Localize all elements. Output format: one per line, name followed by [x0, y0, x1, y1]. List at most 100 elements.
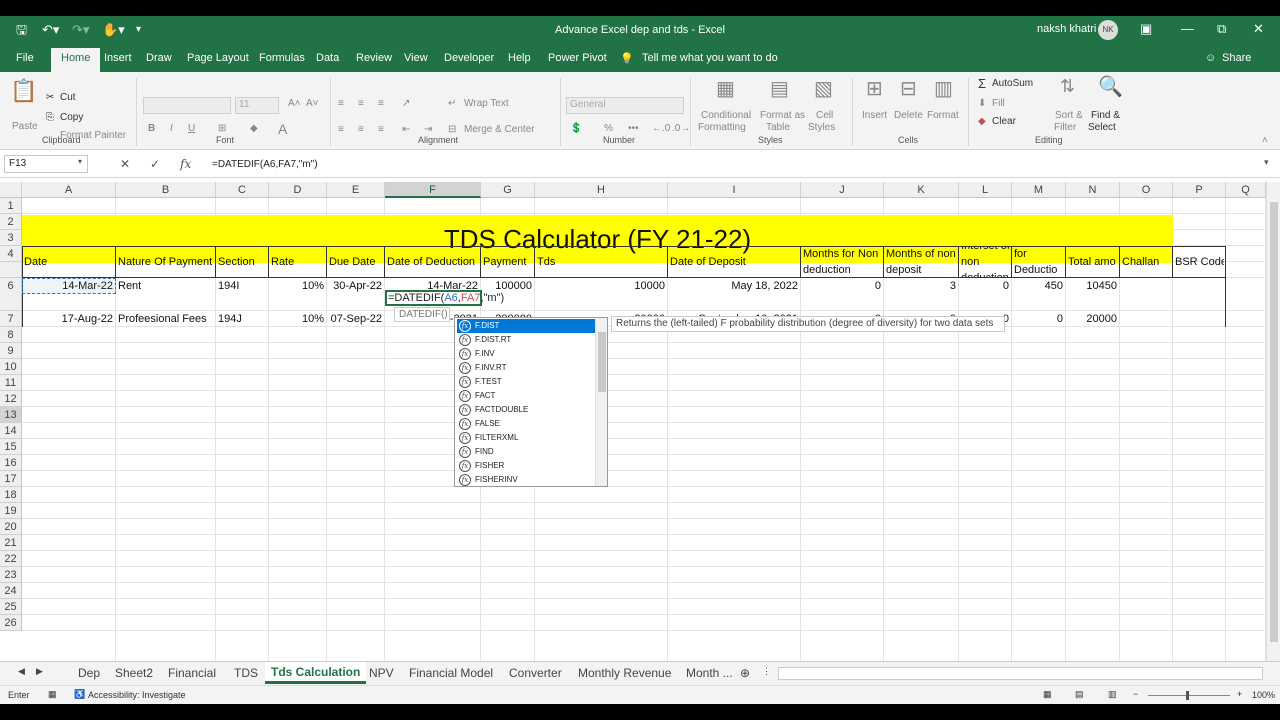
paste-icon[interactable]: 📋	[10, 78, 37, 104]
bold-icon[interactable]: B	[148, 123, 155, 134]
decrease-font-icon[interactable]: A˅	[306, 98, 319, 109]
macro-record-icon[interactable]: ▦	[48, 689, 57, 700]
user-name[interactable]: naksh khatri	[1037, 23, 1096, 35]
autocomplete-item[interactable]: fx F.DIST	[457, 319, 595, 333]
fill-button[interactable]: Fill	[992, 98, 1005, 109]
increase-font-icon[interactable]: A˄	[288, 98, 301, 109]
decrease-decimal-icon[interactable]: .0→	[672, 123, 690, 134]
format-cells-button[interactable]: Format	[927, 110, 959, 121]
editing-cell[interactable]: =DATEDIF(A6,FA7,"m")	[385, 290, 504, 306]
row-header[interactable]: 8	[0, 327, 22, 343]
avatar[interactable]: NK	[1098, 20, 1118, 40]
tab-developer[interactable]: Developer	[444, 52, 494, 64]
header-cell[interactable]: Months for Non deduction	[803, 247, 882, 277]
column-header[interactable]: M	[1012, 182, 1066, 198]
copy-button[interactable]: Copy	[60, 112, 83, 123]
conditional-formatting-icon[interactable]: ▦	[716, 76, 735, 101]
row-header[interactable]: 17	[0, 471, 22, 487]
insert-cells-icon[interactable]: ⊞	[866, 76, 883, 101]
cell-styles-icon[interactable]: ▧	[814, 76, 833, 101]
formula-input[interactable]: =DATEDIF(A6,FA7,"m")	[212, 159, 318, 170]
header-cell[interactable]: Payment	[483, 247, 533, 277]
sort-filter-label1[interactable]: Sort &	[1055, 110, 1083, 121]
header-cell[interactable]: Date of Deduction	[387, 247, 479, 277]
row-header[interactable]: 23	[0, 567, 22, 583]
page-layout-view-icon[interactable]: ▤	[1075, 689, 1084, 700]
row-header[interactable]: 9	[0, 343, 22, 359]
align-bottom-icon[interactable]: ≡	[378, 98, 384, 109]
header-cell[interactable]: Date of Deposit	[670, 247, 799, 277]
tab-view[interactable]: View	[404, 52, 428, 64]
copy-icon[interactable]: ⎘	[46, 112, 54, 123]
header-cell[interactable]: Section	[218, 247, 267, 277]
wrap-text-button[interactable]: Wrap Text	[464, 98, 509, 109]
column-header[interactable]: D	[269, 182, 327, 198]
row-header[interactable]: 14	[0, 423, 22, 439]
insert-cells-button[interactable]: Insert	[862, 110, 887, 121]
increase-decimal-icon[interactable]: ←.0	[652, 123, 670, 134]
row-header[interactable]: 20	[0, 519, 22, 535]
column-header[interactable]: G	[481, 182, 535, 198]
data-cell[interactable]: 10450	[1068, 279, 1117, 293]
zoom-out-icon[interactable]: −	[1133, 689, 1138, 699]
align-right-icon[interactable]: ≡	[378, 124, 384, 135]
minimize-icon[interactable]: —	[1181, 21, 1194, 36]
autocomplete-item[interactable]: fx FACT	[457, 389, 595, 403]
restore-icon[interactable]: ⧉	[1217, 21, 1226, 37]
data-cell[interactable]: 10000	[537, 279, 665, 293]
zoom-in-icon[interactable]: +	[1237, 689, 1242, 699]
expand-formula-icon[interactable]: ▾	[1264, 157, 1269, 168]
header-cell[interactable]: Due Date	[329, 247, 383, 277]
function-tooltip[interactable]: DATEDIF()	[394, 307, 450, 322]
number-format-box[interactable]: General	[566, 97, 684, 114]
tab-file[interactable]: File	[16, 52, 34, 64]
column-header[interactable]: C	[216, 182, 269, 198]
column-header[interactable]: J	[801, 182, 884, 198]
row-header[interactable]: 5	[0, 262, 22, 290]
collapse-ribbon-icon[interactable]: ˄	[1262, 135, 1268, 146]
indent-icon[interactable]: ⇤	[402, 124, 410, 135]
find-select-icon[interactable]: 🔍	[1098, 74, 1123, 99]
autocomplete-item[interactable]: fx F.INV.RT	[457, 361, 595, 375]
column-header[interactable]: E	[327, 182, 385, 198]
sheet-tab-month[interactable]: Month ...	[686, 666, 733, 680]
accessibility-icon[interactable]: ♿	[74, 689, 85, 700]
sheet-tab-dep[interactable]: Dep	[78, 666, 100, 680]
tab-formulas[interactable]: Formulas	[259, 52, 305, 64]
data-cell[interactable]: 17-Aug-22	[24, 312, 113, 326]
row-header[interactable]: 18	[0, 487, 22, 503]
zoom-level[interactable]: 100%	[1252, 690, 1275, 700]
merge-icon[interactable]: ⊟	[448, 124, 456, 135]
wrap-text-icon[interactable]: ↵	[448, 98, 456, 109]
row-header[interactable]: 7	[0, 311, 22, 327]
data-cell[interactable]: 0	[961, 279, 1009, 293]
data-cell[interactable]: 30-Apr-22	[329, 279, 382, 293]
column-header[interactable]: A	[22, 182, 116, 198]
header-cell[interactable]: Challan	[1122, 247, 1171, 277]
header-cell[interactable]: Tds	[537, 247, 666, 277]
conditional-label1[interactable]: Conditional	[701, 110, 751, 121]
format-as-table-label2[interactable]: Table	[766, 122, 790, 133]
next-sheet-icon[interactable]: ▶	[36, 666, 43, 677]
tab-review[interactable]: Review	[356, 52, 392, 64]
sheet-tab-monthly-revenue[interactable]: Monthly Revenue	[578, 666, 671, 680]
autocomplete-item[interactable]: fx FISHERINV	[457, 473, 595, 487]
name-box[interactable]: F13	[4, 155, 88, 173]
column-header[interactable]: O	[1120, 182, 1173, 198]
find-select-label1[interactable]: Find &	[1091, 110, 1120, 121]
conditional-label2[interactable]: Formatting	[698, 122, 746, 133]
column-header[interactable]: F	[385, 182, 481, 198]
row-header[interactable]: 11	[0, 375, 22, 391]
font-size-box[interactable]: 11	[235, 97, 279, 114]
column-header[interactable]: P	[1173, 182, 1226, 198]
prev-sheet-icon[interactable]: ◀	[18, 666, 25, 677]
cut-icon[interactable]: ✂	[46, 92, 54, 103]
row-header[interactable]: 1	[0, 198, 22, 214]
autocomplete-item[interactable]: fx F.TEST	[457, 375, 595, 389]
row-header[interactable]: 21	[0, 535, 22, 551]
tab-draw[interactable]: Draw	[146, 52, 172, 64]
autosum-button[interactable]: AutoSum	[992, 78, 1033, 89]
format-cells-icon[interactable]: ▥	[934, 76, 953, 101]
sheet-tab-tds-calculation[interactable]: Tds Calculation	[265, 662, 367, 684]
cell-styles-label1[interactable]: Cell	[816, 110, 833, 121]
